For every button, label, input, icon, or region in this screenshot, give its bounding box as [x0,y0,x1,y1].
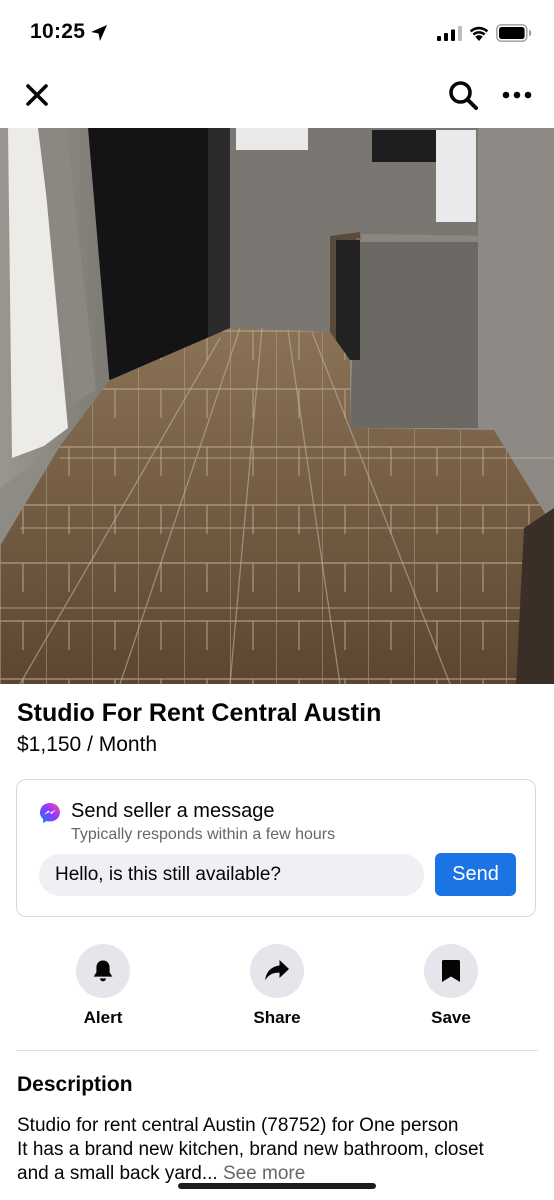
more-options-icon[interactable] [498,80,536,110]
listing-photo[interactable] [0,128,554,684]
message-seller-card: Send seller a message Typically responds… [16,779,536,917]
alert-icon-circle[interactable] [76,944,130,998]
alert-button[interactable]: Alert [53,944,153,1028]
message-card-subtitle: Typically responds within a few hours [71,826,336,843]
send-button[interactable]: Send [435,853,516,896]
description-heading: Description [17,1073,133,1096]
description-line: Studio for rent central Austin (78752) f… [17,1115,459,1136]
alert-label: Alert [83,1008,123,1027]
listing-photo-image [0,128,554,684]
message-input[interactable] [39,854,424,896]
home-indicator[interactable] [178,1183,376,1189]
bell-icon [93,960,113,982]
share-arrow-icon [265,960,289,981]
section-divider [16,1050,538,1051]
description-line: and a small back yard... [17,1163,218,1184]
wifi-icon [469,26,489,41]
save-label: Save [431,1008,471,1027]
top-nav [0,66,554,128]
save-button[interactable]: Save [401,944,501,1028]
description-line: It has a brand new kitchen, brand new ba… [17,1139,484,1160]
see-more-link[interactable]: See more [223,1163,305,1184]
share-button[interactable]: Share [227,944,327,1028]
save-icon-circle[interactable] [424,944,478,998]
search-icon[interactable] [446,78,480,112]
share-icon-circle[interactable] [250,944,304,998]
share-label: Share [253,1008,301,1027]
messenger-icon [40,803,60,823]
description-text: Studio for rent central Austin (78752) f… [17,1114,537,1186]
status-bar: 10:25 [0,0,554,66]
battery-icon [496,24,532,42]
listing-title: Studio For Rent Central Austin [17,699,382,727]
location-arrow-icon [91,25,107,41]
bookmark-icon [442,960,460,982]
status-time: 10:25 [30,20,86,43]
listing-price: $1,150 / Month [17,733,158,756]
close-icon[interactable] [22,80,52,110]
message-card-title: Send seller a message [71,800,275,822]
cellular-signal-icon [437,26,462,41]
